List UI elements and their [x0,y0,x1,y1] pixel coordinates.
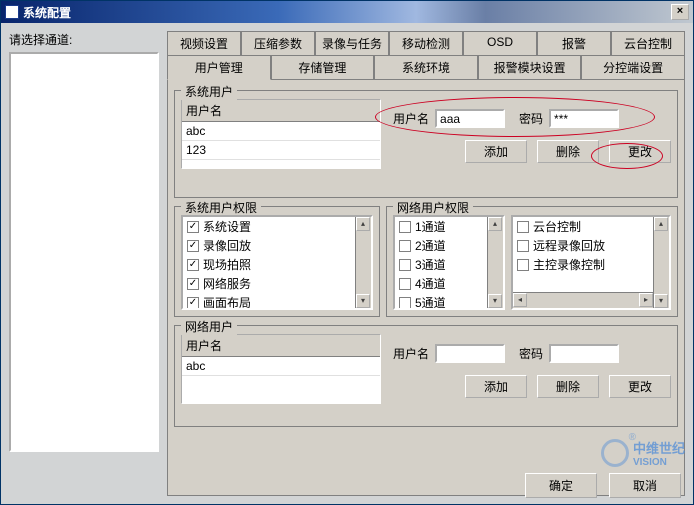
checkbox-icon[interactable]: ✓ [187,278,199,290]
group-net-user-title: 网络用户 [181,318,237,335]
netuser-password-input[interactable] [549,344,619,363]
sysuser-username-label: 用户名 [393,110,429,127]
tab-alarm[interactable]: 报警 [537,31,611,56]
channel-select-label: 请选择通道: [9,31,159,48]
channel-list[interactable] [9,52,159,452]
table-row[interactable]: abc [182,357,380,376]
checkbox-icon[interactable] [399,221,411,233]
sysuser-delete-button[interactable]: 删除 [537,140,599,163]
close-button[interactable]: × [671,4,689,20]
cancel-button[interactable]: 取消 [609,473,681,498]
tabs-row-2: 用户管理 存储管理 系统环境 报警模块设置 分控端设置 [167,55,685,80]
sysuser-password-label: 密码 [519,110,543,127]
netuser-username-label: 用户名 [393,345,429,362]
group-net-user: 网络用户 用户名 abc 用户名 密码 [174,325,678,427]
group-system-user: 系统用户 用户名 abc 123 用户名 密 [174,90,678,198]
table-row[interactable]: abc [182,122,380,141]
netuser-delete-button[interactable]: 删除 [537,375,599,398]
titlebar: 系统配置 × [1,1,693,23]
checkbox-icon[interactable] [399,259,411,271]
tab-subcontrol[interactable]: 分控端设置 [581,55,685,80]
scrollbar-h[interactable]: ◂▸ [513,292,653,308]
checkbox-icon[interactable]: ✓ [187,221,199,233]
tab-sysenv[interactable]: 系统环境 [374,55,478,80]
window-root: 系统配置 × 请选择通道: 视频设置 压缩参数 录像与任务 移动检测 OSD 报… [0,0,694,505]
sysuser-col-header: 用户名 [182,100,380,122]
group-system-user-title: 系统用户 [181,83,237,100]
netuser-add-button[interactable]: 添加 [465,375,527,398]
tab-ptz[interactable]: 云台控制 [611,31,685,56]
app-icon [5,5,19,19]
sysuser-table[interactable]: 用户名 abc 123 [181,99,381,169]
tab-compress[interactable]: 压缩参数 [241,31,315,56]
checkbox-icon[interactable]: ✓ [187,259,199,271]
sys-perm-list[interactable]: ✓系统设置 ✓录像回放 ✓现场拍照 ✓网络服务 ✓画面布局 ▴▾ [181,215,373,310]
net-perm-channel-list[interactable]: 1通道 2通道 3通道 4通道 5通道 ▴▾ [393,215,505,310]
net-perm-control-list[interactable]: 云台控制 远程录像回放 主控录像控制 ▴▾ ◂▸ [511,215,671,310]
tab-motion[interactable]: 移动检测 [389,31,463,56]
checkbox-icon[interactable]: ✓ [187,297,199,309]
tab-user-mgmt[interactable]: 用户管理 [167,55,271,80]
sysuser-username-input[interactable] [435,109,505,128]
tab-alarm-module[interactable]: 报警模块设置 [478,55,582,80]
scrollbar[interactable]: ▴▾ [487,217,503,308]
tab-panel: 系统用户 用户名 abc 123 用户名 密 [167,80,685,496]
tab-storage[interactable]: 存储管理 [271,55,375,80]
group-net-perm: 网络用户权限 1通道 2通道 3通道 4通道 5通道 ▴▾ [386,206,678,317]
netuser-col-header: 用户名 [182,335,380,357]
group-sys-perm: 系统用户权限 ✓系统设置 ✓录像回放 ✓现场拍照 ✓网络服务 ✓画面布局 ▴▾ [174,206,380,317]
scrollbar[interactable]: ▴▾ [653,217,669,308]
ok-button[interactable]: 确定 [525,473,597,498]
netuser-password-label: 密码 [519,345,543,362]
sysuser-modify-button[interactable]: 更改 [609,140,671,163]
tabs-row-1: 视频设置 压缩参数 录像与任务 移动检测 OSD 报警 云台控制 [167,31,685,56]
sysuser-password-input[interactable] [549,109,619,128]
netuser-username-input[interactable] [435,344,505,363]
tab-record-task[interactable]: 录像与任务 [315,31,389,56]
checkbox-icon[interactable] [399,240,411,252]
sysuser-add-button[interactable]: 添加 [465,140,527,163]
scrollbar[interactable]: ▴▾ [355,217,371,308]
group-sys-perm-title: 系统用户权限 [181,199,261,216]
table-row[interactable]: 123 [182,141,380,160]
tab-osd[interactable]: OSD [463,31,537,56]
group-net-perm-title: 网络用户权限 [393,199,473,216]
window-title: 系统配置 [23,4,71,21]
checkbox-icon[interactable] [517,221,529,233]
netuser-modify-button[interactable]: 更改 [609,375,671,398]
checkbox-icon[interactable] [517,240,529,252]
tab-video[interactable]: 视频设置 [167,31,241,56]
checkbox-icon[interactable] [399,278,411,290]
checkbox-icon[interactable] [517,259,529,271]
checkbox-icon[interactable]: ✓ [187,240,199,252]
netuser-table[interactable]: 用户名 abc [181,334,381,404]
checkbox-icon[interactable] [399,297,411,309]
